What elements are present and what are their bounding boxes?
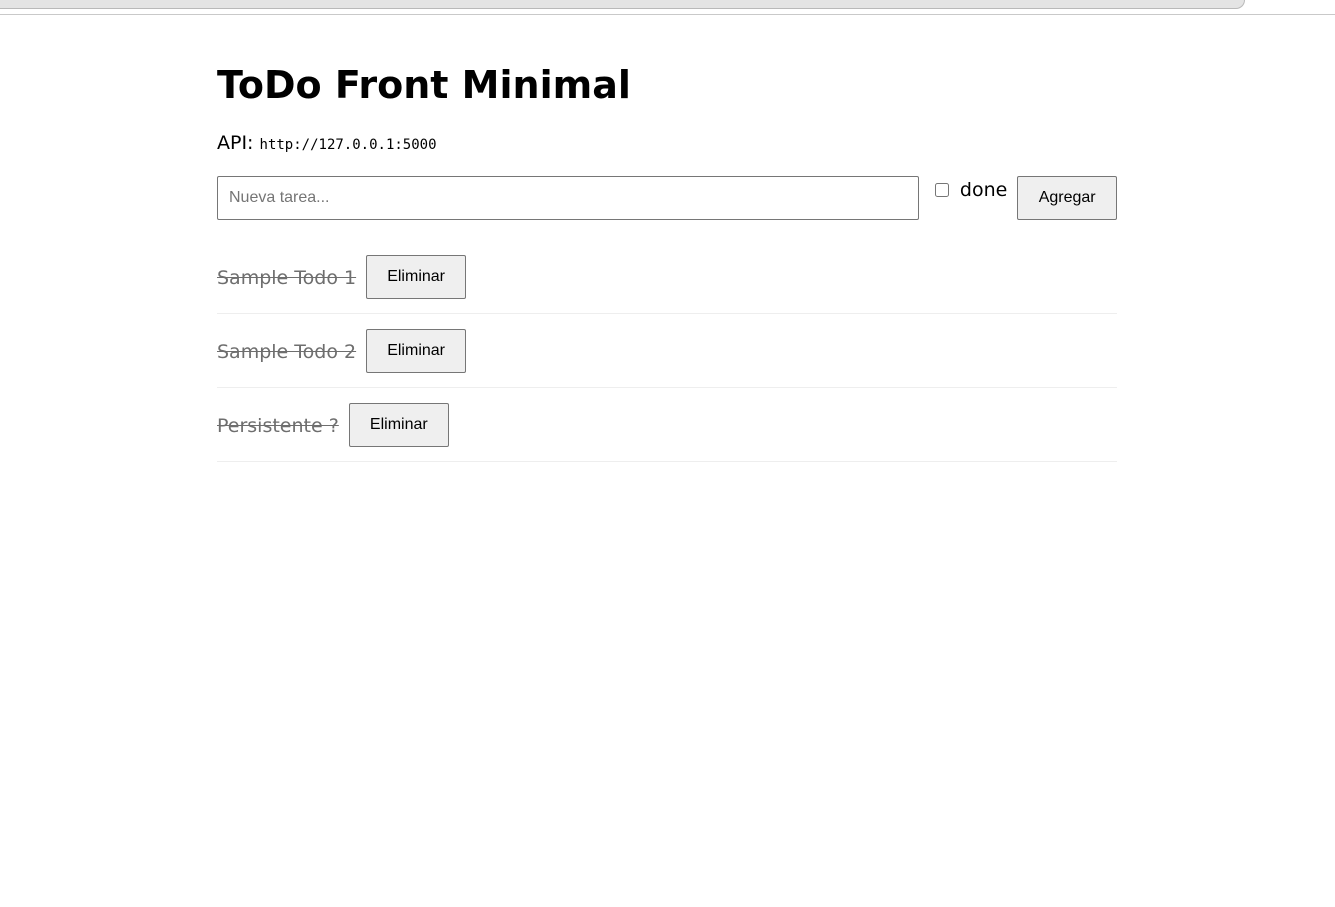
todo-item: Persistente ? Eliminar xyxy=(217,398,1117,462)
page-title: ToDo Front Minimal xyxy=(217,63,631,107)
todo-item: Sample Todo 2 Eliminar xyxy=(217,324,1117,388)
done-label-text: done xyxy=(959,179,1008,201)
delete-button[interactable]: Eliminar xyxy=(366,254,467,299)
done-checkbox-label[interactable]: done xyxy=(934,179,1007,201)
todo-item: Sample Todo 1 Eliminar xyxy=(217,250,1117,314)
delete-button[interactable]: Eliminar xyxy=(348,402,449,447)
app-container: ToDo Front Minimal API: http://127.0.0.1… xyxy=(217,50,1117,463)
done-checkbox[interactable] xyxy=(934,183,949,197)
delete-button[interactable]: Eliminar xyxy=(366,328,467,373)
browser-top-strip xyxy=(0,0,1335,15)
api-info: API: http://127.0.0.1:5000 xyxy=(217,130,1117,156)
api-url: http://127.0.0.1:5000 xyxy=(259,137,437,153)
todo-text: Persistente ? xyxy=(217,415,339,437)
todo-text: Sample Todo 2 xyxy=(217,341,357,363)
add-button[interactable]: Agregar xyxy=(1017,176,1117,220)
browser-tab-strip xyxy=(0,0,1245,9)
todo-text: Sample Todo 1 xyxy=(217,267,357,289)
todo-list: Sample Todo 1 Eliminar Sample Todo 2 Eli… xyxy=(217,250,1117,462)
api-label: API: xyxy=(217,132,254,154)
new-todo-input[interactable] xyxy=(217,176,919,220)
new-todo-form: done Agregar xyxy=(217,176,1117,220)
